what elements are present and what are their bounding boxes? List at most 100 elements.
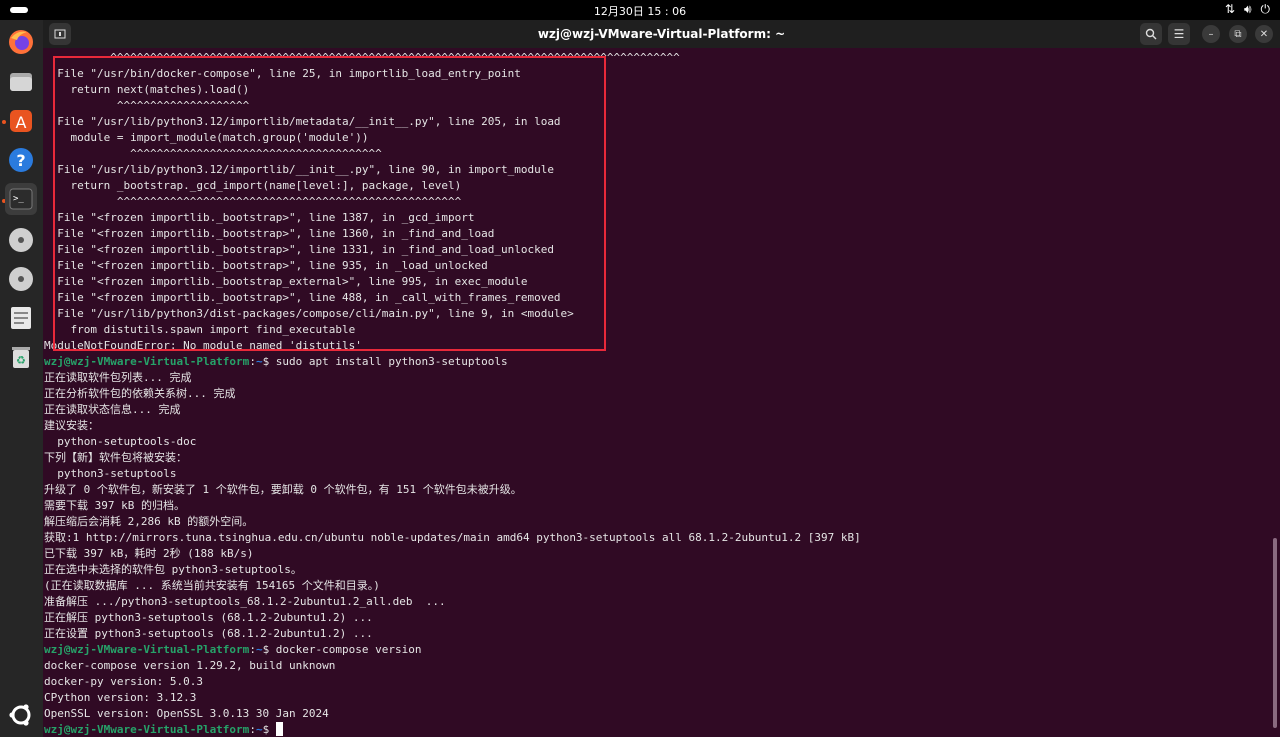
prompt-line: wzj@wzj-VMware-Virtual-Platform:~$ (44, 722, 861, 737)
line-text: File "<frozen importlib._bootstrap>", li… (44, 259, 488, 272)
output-line: (正在读取数据库 ... 系统当前共安装有 154165 个文件和目录。) (44, 578, 861, 594)
firefox-icon[interactable] (5, 26, 37, 58)
line-text: return _bootstrap._gcd_import(name[level… (44, 179, 462, 192)
hamburger-icon: ☰ (1173, 27, 1185, 41)
output-line: ^^^^^^^^^^^^^^^^^^^^ (44, 98, 861, 114)
line-text: python-setuptools-doc (44, 435, 197, 448)
line-text: 升级了 0 个软件包，新安装了 1 个软件包，要卸载 0 个软件包，有 151 … (44, 483, 522, 496)
files-icon[interactable] (5, 65, 37, 97)
output-line: 已下载 397 kB，耗时 2秒 (188 kB/s) (44, 546, 861, 562)
svg-text:?: ? (16, 151, 25, 170)
help-icon[interactable]: ? (5, 144, 37, 176)
line-text: 需要下载 397 kB 的归档。 (44, 499, 185, 512)
svg-text:>_: >_ (13, 194, 24, 204)
line-text: File "/usr/bin/docker-compose", line 25,… (44, 67, 521, 80)
line-text: 获取:1 http://mirrors.tuna.tsinghua.edu.cn… (44, 531, 861, 544)
line-text: module = import_module(match.group('modu… (44, 131, 369, 144)
line-text: ^^^^^^^^^^^^^^^^^^^^ (44, 99, 250, 112)
terminal-header-bar: wzj@wzj-VMware-Virtual-Platform: ~ ☰ – ⧉… (43, 20, 1280, 48)
output-line: 升级了 0 个软件包，新安装了 1 个软件包，要卸载 0 个软件包，有 151 … (44, 482, 861, 498)
text-editor-icon[interactable] (5, 302, 37, 334)
prompt-separator: : (249, 643, 256, 656)
prompt-line: wzj@wzj-VMware-Virtual-Platform:~$ sudo … (44, 354, 861, 370)
minimize-button[interactable]: – (1202, 25, 1220, 43)
prompt-user: wzj@wzj-VMware-Virtual-Platform (44, 643, 250, 656)
output-line: 正在选中未选择的软件包 python3-setuptools。 (44, 562, 861, 578)
search-icon (1145, 28, 1157, 40)
dock: A ? >_ ♻ (0, 20, 43, 737)
output-line: from distutils.spawn import find_executa… (44, 322, 861, 338)
top-bar: 12月30日 15 : 06 ⇅ 🔊︎ ⏻ (0, 0, 1280, 20)
line-text: 正在分析软件包的依赖关系树... 完成 (44, 387, 236, 400)
prompt-line: wzj@wzj-VMware-Virtual-Platform:~$ docke… (44, 642, 861, 658)
output-line: 需要下载 397 kB 的归档。 (44, 498, 861, 514)
line-text: File "<frozen importlib._bootstrap>", li… (44, 211, 475, 224)
output-line: File "<frozen importlib._bootstrap>", li… (44, 210, 861, 226)
prompt-path: ~ (255, 643, 263, 656)
line-text: File "<frozen importlib._bootstrap>", li… (44, 243, 554, 256)
line-text: 下列【新】软件包将被安装： (44, 451, 187, 464)
output-line: 获取:1 http://mirrors.tuna.tsinghua.edu.cn… (44, 530, 861, 546)
output-line: python-setuptools-doc (44, 434, 861, 450)
app-center-icon[interactable]: A (5, 105, 37, 137)
output-line: ^^^^^^^^^^^^^^^^^^^^^^^^^^^^^^^^^^^^^^^^… (44, 194, 861, 210)
line-text: File "/usr/lib/python3.12/importlib/__in… (44, 163, 554, 176)
disc-icon[interactable] (5, 263, 37, 295)
line-text: python3-setuptools (44, 467, 177, 480)
menu-button[interactable]: ☰ (1168, 23, 1190, 45)
output-line: module = import_module(match.group('modu… (44, 130, 861, 146)
terminal-icon[interactable]: >_ (5, 183, 37, 215)
output-line: 解压缩后会消耗 2,286 kB 的额外空间。 (44, 514, 861, 530)
line-text: File "<frozen importlib._bootstrap>", li… (44, 227, 495, 240)
power-icon[interactable]: ⏻ (1261, 2, 1271, 17)
output-line: File "<frozen importlib._bootstrap>", li… (44, 290, 861, 306)
output-line: File "/usr/lib/python3.12/importlib/__in… (44, 162, 861, 178)
volume-icon[interactable]: 🔊︎ (1244, 2, 1252, 17)
output-line: 准备解压 .../python3-setuptools_68.1.2-2ubun… (44, 594, 861, 610)
minimize-icon: – (1208, 28, 1214, 40)
output-line: File "<frozen importlib._bootstrap_exter… (44, 274, 861, 290)
prompt-path: ~ (255, 723, 263, 736)
ubuntu-logo-icon[interactable] (5, 699, 37, 731)
line-text: ^^^^^^^^^^^^^^^^^^^^^^^^^^^^^^^^^^^^^^ (44, 147, 382, 160)
output-line: 正在读取状态信息... 完成 (44, 402, 861, 418)
svg-text:A: A (16, 113, 27, 132)
restore-icon: ⧉ (1234, 28, 1242, 40)
line-text: 正在读取状态信息... 完成 (44, 403, 181, 416)
output-line: ^^^^^^^^^^^^^^^^^^^^^^^^^^^^^^^^^^^^^^^^… (44, 50, 861, 66)
line-text: 正在读取软件包列表... 完成 (44, 371, 192, 384)
line-text: 建议安装： (44, 419, 99, 432)
disc-icon[interactable] (5, 224, 37, 256)
line-text: 已下载 397 kB，耗时 2秒 (188 kB/s) (44, 547, 254, 560)
output-line: 正在设置 python3-setuptools (68.1.2-2ubuntu1… (44, 626, 861, 642)
line-text: $ docker-compose version (262, 643, 422, 656)
line-text: CPython version: 3.12.3 (44, 691, 197, 704)
maximize-button[interactable]: ⧉ (1229, 25, 1247, 43)
output-line: docker-compose version 1.29.2, build unk… (44, 658, 861, 674)
clock[interactable]: 12月30日 15 : 06 (0, 3, 1280, 19)
output-line: return _bootstrap._gcd_import(name[level… (44, 178, 861, 194)
line-text: File "/usr/lib/python3/dist-packages/com… (44, 307, 574, 320)
output-line: docker-py version: 5.0.3 (44, 674, 861, 690)
line-text: ModuleNotFoundError: No module named 'di… (44, 339, 362, 352)
output-line: File "/usr/lib/python3/dist-packages/com… (44, 306, 861, 322)
close-button[interactable]: ✕ (1255, 25, 1273, 43)
prompt-user: wzj@wzj-VMware-Virtual-Platform (44, 723, 250, 736)
output-line: python3-setuptools (44, 466, 861, 482)
svg-text:♻: ♻ (16, 354, 26, 367)
system-tray[interactable]: ⇅ 🔊︎ ⏻ (1225, 2, 1270, 17)
line-text: 准备解压 .../python3-setuptools_68.1.2-2ubun… (44, 595, 446, 608)
output-line: 下列【新】软件包将被安装： (44, 450, 861, 466)
line-text: docker-py version: 5.0.3 (44, 675, 203, 688)
network-icon[interactable]: ⇅ (1225, 2, 1235, 17)
line-text: (正在读取数据库 ... 系统当前共安装有 154165 个文件和目录。) (44, 579, 380, 592)
line-text: $ sudo apt install python3-setuptools (262, 355, 508, 368)
search-button[interactable] (1140, 23, 1162, 45)
close-icon: ✕ (1259, 28, 1269, 40)
line-text: File "<frozen importlib._bootstrap_exter… (44, 275, 528, 288)
terminal-output[interactable]: ^^^^^^^^^^^^^^^^^^^^^^^^^^^^^^^^^^^^^^^^… (43, 48, 1280, 737)
scrollbar[interactable] (1273, 538, 1277, 728)
line-text: OpenSSL version: OpenSSL 3.0.13 30 Jan 2… (44, 707, 329, 720)
trash-icon[interactable]: ♻ (5, 341, 37, 373)
output-line: 正在分析软件包的依赖关系树... 完成 (44, 386, 861, 402)
